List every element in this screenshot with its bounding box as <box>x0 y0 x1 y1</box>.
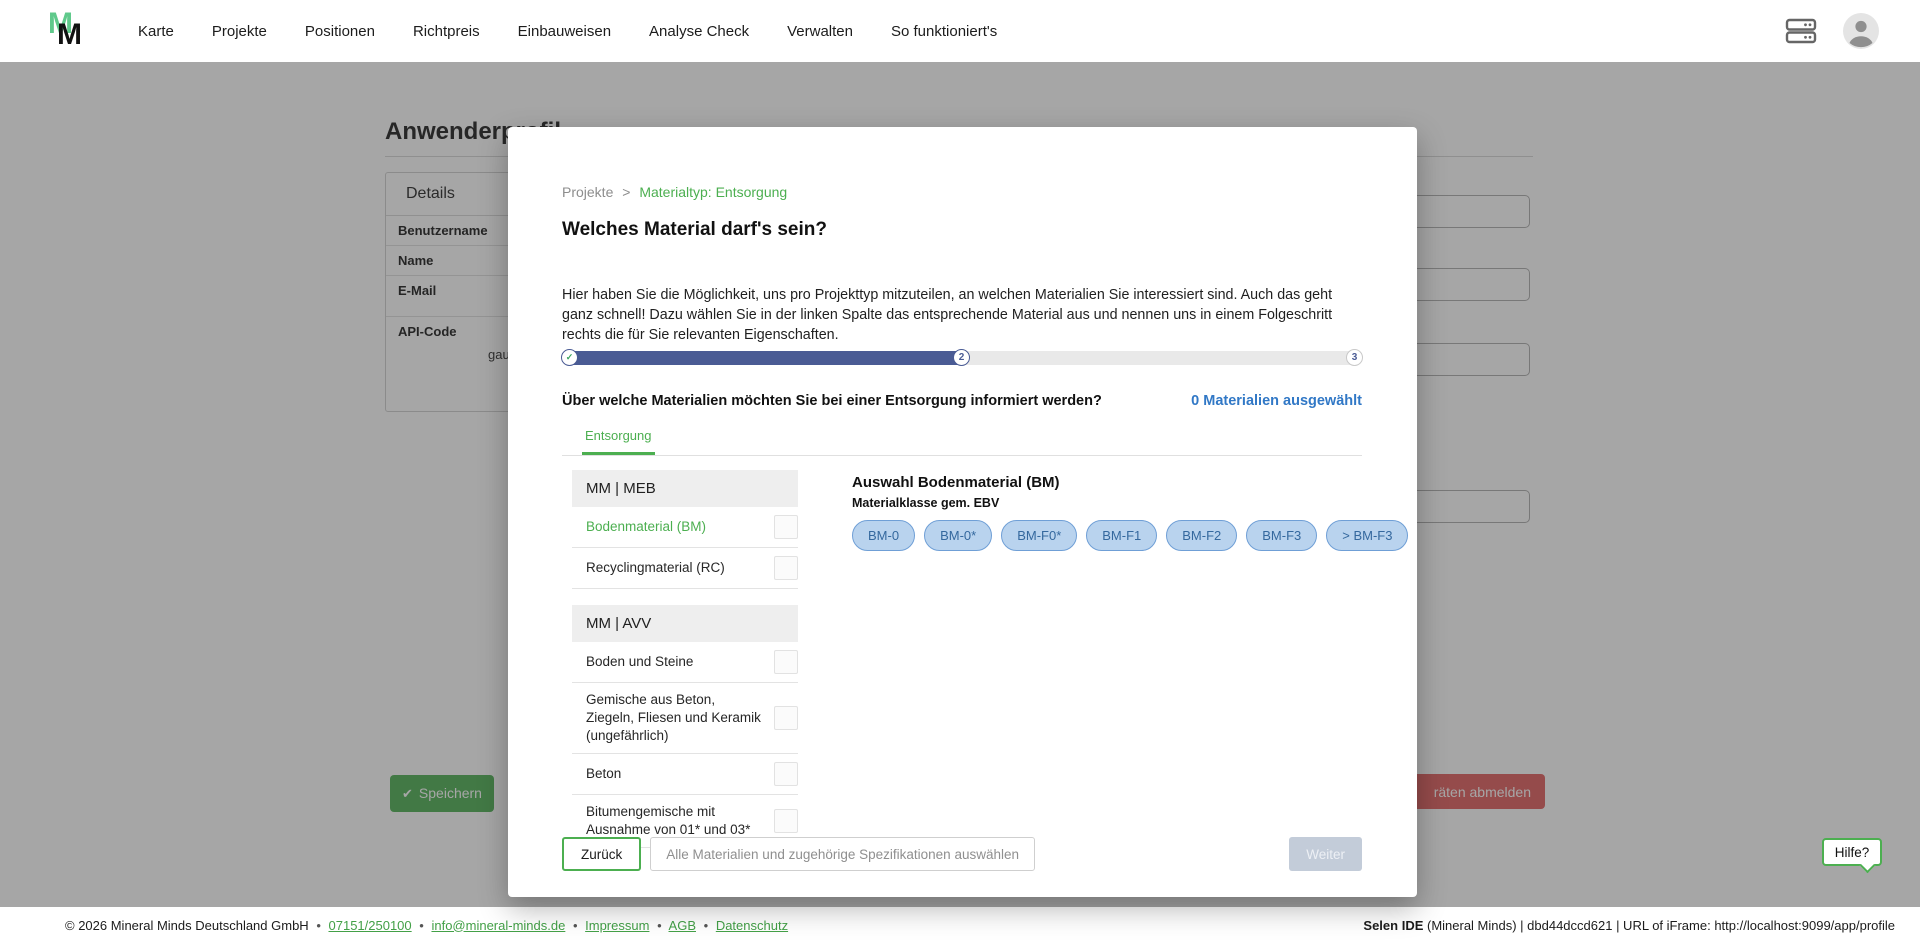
progress-fill <box>562 351 962 365</box>
material-row-recyclingmaterial[interactable]: Recyclingmaterial (RC) <box>572 548 798 589</box>
copyright-text: © 2026 Mineral Minds Deutschland GmbH <box>65 918 309 933</box>
chip-bm-f3[interactable]: BM-F3 <box>1246 520 1317 551</box>
material-row-beton[interactable]: Beton <box>572 754 798 795</box>
material-checkbox[interactable] <box>774 809 798 833</box>
nav-item-projekte[interactable]: Projekte <box>212 23 267 40</box>
material-checkbox[interactable] <box>774 515 798 539</box>
chip-bm-f1[interactable]: BM-F1 <box>1086 520 1157 551</box>
nav-item-einbauweisen[interactable]: Einbauweisen <box>518 23 611 40</box>
dialog-title: Welches Material darf's sein? <box>562 219 827 241</box>
user-avatar[interactable] <box>1842 12 1880 50</box>
ide-label: Selen IDE <box>1363 918 1423 933</box>
question-text: Über welche Materialien möchten Sie bei … <box>562 393 1102 409</box>
progress-bar: ✓ 2 3 <box>562 351 1362 365</box>
progress-step-3: 3 <box>1346 349 1363 366</box>
chip-gt-bm-f3[interactable]: > BM-F3 <box>1326 520 1408 551</box>
next-button-disabled[interactable]: Weiter <box>1289 837 1362 871</box>
selected-count[interactable]: 0 Materialien ausgewählt <box>1191 393 1362 409</box>
material-dialog: Projekte > Materialtyp: Entsorgung Welch… <box>508 127 1417 897</box>
screen: M M Karte Projekte Positionen Richtpreis… <box>0 0 1920 943</box>
material-row-boden-und-steine[interactable]: Boden und Steine <box>572 642 798 683</box>
tab-bar: Entsorgung <box>562 426 1362 456</box>
material-label: Beton <box>586 765 774 783</box>
material-label: Recyclingmaterial (RC) <box>586 559 774 577</box>
dialog-description: Hier haben Sie die Möglichkeit, uns pro … <box>562 285 1364 345</box>
progress-step-2: 2 <box>953 349 970 366</box>
material-label: Bitumengemische mit Ausnahme von 01* und… <box>586 803 774 839</box>
material-row-bodenmaterial[interactable]: Bodenmaterial (BM) <box>572 507 798 548</box>
breadcrumb: Projekte > Materialtyp: Entsorgung <box>562 184 787 200</box>
footer-link-phone[interactable]: 07151/250100 <box>329 918 412 933</box>
main-nav: Karte Projekte Positionen Richtpreis Ein… <box>138 23 997 40</box>
help-bubble[interactable]: Hilfe? <box>1822 838 1882 866</box>
breadcrumb-current: Materialtyp: Entsorgung <box>639 184 787 200</box>
material-checkbox[interactable] <box>774 556 798 580</box>
back-button[interactable]: Zurück <box>562 837 641 871</box>
tab-entsorgung[interactable]: Entsorgung <box>582 426 655 455</box>
breadcrumb-separator: > <box>622 184 630 200</box>
material-checkbox[interactable] <box>774 650 798 674</box>
group-header-mm-meb: MM | MEB <box>572 470 798 507</box>
question-row: Über welche Materialien möchten Sie bei … <box>562 393 1362 409</box>
nav-item-so-funktionierts[interactable]: So funktioniert's <box>891 23 997 40</box>
material-list: MM | MEB Bodenmaterial (BM) Recyclingmat… <box>572 470 798 848</box>
nav-item-karte[interactable]: Karte <box>138 23 174 40</box>
footer-link-agb[interactable]: AGB <box>669 918 696 933</box>
select-all-button[interactable]: Alle Materialien und zugehörige Spezifik… <box>650 837 1035 871</box>
nav-item-richtpreis[interactable]: Richtpreis <box>413 23 480 40</box>
selection-panel: Auswahl Bodenmaterial (BM) Materialklass… <box>852 474 1364 551</box>
material-class-chips: BM-0 BM-0* BM-F0* BM-F1 BM-F2 BM-F3 > BM… <box>852 520 1364 551</box>
breadcrumb-parent[interactable]: Projekte <box>562 184 613 200</box>
navbar-right <box>1784 12 1880 50</box>
chip-bm-f0star[interactable]: BM-F0* <box>1001 520 1077 551</box>
footer-link-datenschutz[interactable]: Datenschutz <box>716 918 788 933</box>
brand-logo[interactable]: M M <box>40 5 92 57</box>
footer-right: Selen IDE (Mineral Minds) | dbd44dccd621… <box>1363 918 1895 933</box>
material-label: Boden und Steine <box>586 653 774 671</box>
logo-black-m: M <box>57 18 82 52</box>
material-label: Bodenmaterial (BM) <box>586 518 774 536</box>
material-label: Gemische aus Beton, Ziegeln, Fliesen und… <box>586 691 774 745</box>
help-label: Hilfe? <box>1835 845 1870 860</box>
nav-item-analyse-check[interactable]: Analyse Check <box>649 23 749 40</box>
footer-left: © 2026 Mineral Minds Deutschland GmbH • … <box>65 918 788 933</box>
footer-link-impressum[interactable]: Impressum <box>585 918 649 933</box>
dialog-footer: Zurück Alle Materialien und zugehörige S… <box>562 837 1362 871</box>
footer-link-email[interactable]: info@mineral-minds.de <box>431 918 565 933</box>
iframe-info: (Mineral Minds) | dbd44dccd621 | URL of … <box>1423 918 1895 933</box>
material-row-gemische[interactable]: Gemische aus Beton, Ziegeln, Fliesen und… <box>572 683 798 754</box>
progress-step-1-done: ✓ <box>561 349 578 366</box>
material-checkbox[interactable] <box>774 762 798 786</box>
chip-bm-f2[interactable]: BM-F2 <box>1166 520 1237 551</box>
nav-item-positionen[interactable]: Positionen <box>305 23 375 40</box>
material-checkbox[interactable] <box>774 706 798 730</box>
group-header-mm-avv: MM | AVV <box>572 605 798 642</box>
server-icon[interactable] <box>1784 15 1818 47</box>
chip-bm-0star[interactable]: BM-0* <box>924 520 992 551</box>
nav-item-verwalten[interactable]: Verwalten <box>787 23 853 40</box>
chip-bm-0[interactable]: BM-0 <box>852 520 915 551</box>
top-navbar: M M Karte Projekte Positionen Richtpreis… <box>0 0 1920 62</box>
selection-title: Auswahl Bodenmaterial (BM) <box>852 474 1364 491</box>
page-footer: © 2026 Mineral Minds Deutschland GmbH • … <box>0 907 1920 943</box>
selection-subtitle: Materialklasse gem. EBV <box>852 496 1364 510</box>
